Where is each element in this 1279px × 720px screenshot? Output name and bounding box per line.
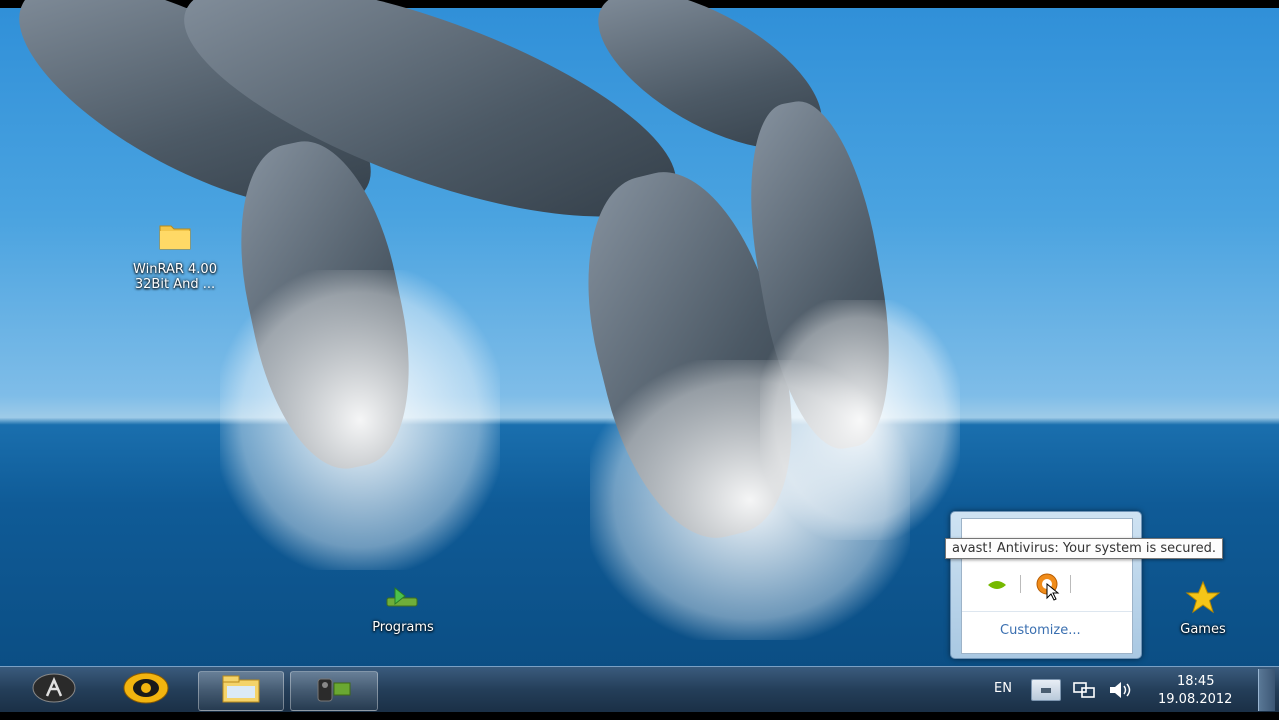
folder-icon — [120, 218, 230, 258]
desktop-icon-games[interactable]: Games — [1165, 580, 1241, 637]
desktop-icon-label: WinRAR 4.00 — [133, 262, 217, 277]
desktop-icon-label: Programs — [372, 620, 434, 635]
wallpaper-splash — [760, 300, 960, 540]
avast-tooltip: avast! Antivirus: Your system is secured… — [945, 538, 1223, 559]
nvidia-icon[interactable] — [986, 577, 1008, 596]
show-desktop-button[interactable] — [1258, 669, 1275, 711]
tray-separator — [1070, 575, 1071, 593]
taskbar-app-gold[interactable] — [118, 671, 174, 709]
wallpaper-splash — [220, 270, 500, 570]
clock-time[interactable]: 18:45 — [1177, 674, 1214, 689]
show-hidden-icons-button[interactable] — [1031, 679, 1061, 701]
camera-app-icon — [310, 673, 358, 709]
language-indicator[interactable]: EN — [994, 681, 1012, 696]
mouse-cursor-icon — [1046, 582, 1060, 605]
taskbar-explorer[interactable] — [198, 671, 284, 711]
star-icon — [1165, 580, 1241, 618]
clock-date[interactable]: 19.08.2012 — [1158, 692, 1232, 707]
taskbar-app-dark[interactable] — [28, 671, 80, 709]
volume-icon[interactable] — [1108, 681, 1132, 703]
taskbar-camera-app[interactable] — [290, 671, 378, 711]
app-icon-gold — [122, 671, 170, 709]
customize-link[interactable]: Customize... — [1000, 623, 1081, 638]
desktop-wallpaper: WinRAR 4.00 32Bit And ... Programs Games — [0, 0, 1279, 720]
desktop-icon-programs[interactable]: Programs — [358, 584, 448, 635]
explorer-icon — [217, 674, 265, 708]
tray-overflow-popup: Customize... — [950, 511, 1142, 659]
desktop-icon-winrar[interactable]: WinRAR 4.00 32Bit And ... — [120, 218, 230, 292]
desktop-icon-label: 32Bit And ... — [134, 277, 216, 292]
tray-separator — [1020, 575, 1021, 593]
network-icon[interactable] — [1072, 681, 1096, 703]
tray-divider — [962, 611, 1132, 612]
taskbar: EN 18:45 19.08.2012 — [0, 666, 1279, 713]
programs-icon — [358, 584, 448, 616]
bottom-border — [0, 712, 1279, 720]
app-icon-dark — [31, 672, 77, 708]
desktop-icon-label: Games — [1180, 622, 1226, 637]
